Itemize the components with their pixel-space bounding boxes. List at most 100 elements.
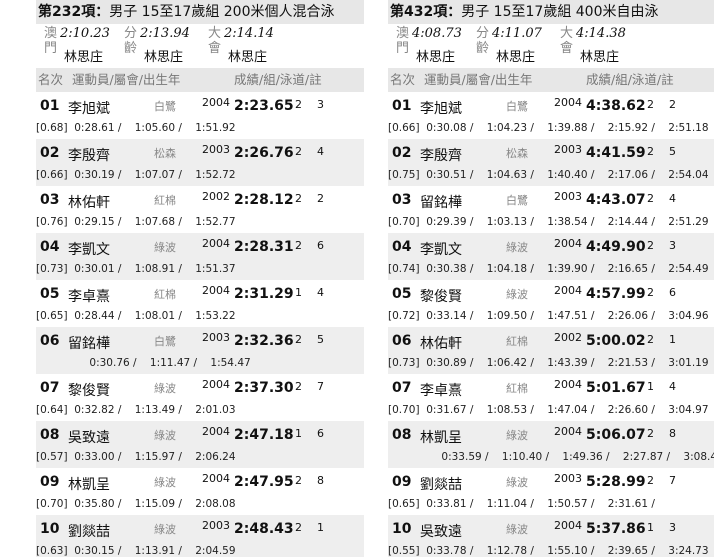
result-time: 2:23.65 <box>234 98 294 114</box>
heat-group: 2 <box>295 239 302 252</box>
athlete-name: 李殷齊 <box>68 148 110 164</box>
birth-year: 2004 <box>202 237 230 250</box>
record-time: 2:13.94 <box>140 26 190 41</box>
records-block: 澳門 2:10.23 林思庄 分齡 2:13.94 林思庄 大會 2:14.14 林思庄 <box>36 24 364 68</box>
record-holder: 林思庄 <box>64 50 104 65</box>
result-row: 04 李凱文 綠波 2004 4:49.90 2 3 [0.74] 0:30.38 / 1:0… <box>388 233 714 280</box>
club: 白鷺 <box>154 100 176 113</box>
club: 綠波 <box>154 241 176 254</box>
birth-year: 2004 <box>554 237 582 250</box>
athlete-name: 林凱呈 <box>68 477 110 493</box>
athlete-name: 吳致遠 <box>420 524 462 540</box>
split-times: [0.68] 0:28.61 / 1:05.60 / 1:51.92 <box>36 122 236 134</box>
lane: 6 <box>669 286 676 299</box>
column-header: 名次 運動員/屬會/出生年 成績/組/泳道/註 <box>388 68 714 92</box>
record-2: 大會 4:14.38 林思庄 <box>560 26 650 66</box>
split-times: [0.76] 0:29.15 / 1:07.68 / 1:52.77 <box>36 216 236 228</box>
place: 05 <box>40 286 60 302</box>
birth-year: 2003 <box>202 143 230 156</box>
place: 03 <box>40 192 60 208</box>
lane: 3 <box>669 239 676 252</box>
split-times: [0.66] 0:30.08 / 1:04.23 / 1:39.88 / 2:1… <box>388 122 709 134</box>
birth-year: 2003 <box>554 143 582 156</box>
result-row: 02 李殷齊 松森 2003 4:41.59 2 5 [0.75] 0:30.51 / 1:0… <box>388 139 714 186</box>
heat-group: 1 <box>295 286 302 299</box>
place: 01 <box>40 98 60 114</box>
birth-year: 2002 <box>202 190 230 203</box>
athlete-name: 留銘樺 <box>68 336 110 352</box>
header-result: 成績/組/泳道/註 <box>586 72 674 87</box>
athlete-name: 李卓熹 <box>420 383 462 399</box>
record-holder: 林思庄 <box>580 50 620 65</box>
result-time: 5:28.99 <box>586 474 646 490</box>
club: 綠波 <box>506 476 528 489</box>
event-title: 第232項：男子 15至17歲組 200米個人混合泳 <box>36 0 364 24</box>
place: 07 <box>392 380 412 396</box>
lane: 7 <box>317 380 324 393</box>
lane: 6 <box>317 427 324 440</box>
result-row: 01 李旭斌 白鷺 2004 4:38.62 2 2 [0.66] 0:30.08 / 1:0… <box>388 92 714 139</box>
lane: 1 <box>669 333 676 346</box>
place: 01 <box>392 98 412 114</box>
birth-year: 2004 <box>554 519 582 532</box>
athlete-name: 李旭斌 <box>68 101 110 117</box>
record-1: 分齡 4:11.07 林思庄 <box>476 26 566 66</box>
result-time: 2:32.36 <box>234 333 294 349</box>
club: 綠波 <box>154 382 176 395</box>
column-header: 名次 運動員/屬會/出生年 成績/組/泳道/註 <box>36 68 364 92</box>
result-time: 2:47.95 <box>234 474 294 490</box>
birth-year: 2004 <box>554 284 582 297</box>
result-row: 03 留銘樺 白鷺 2003 4:43.07 2 4 [0.70] 0:29.39 / 1:0… <box>388 186 714 233</box>
birth-year: 2003 <box>202 331 230 344</box>
birth-year: 2004 <box>554 96 582 109</box>
club: 紅棉 <box>506 382 528 395</box>
place: 02 <box>392 145 412 161</box>
record-0: 澳門 2:10.23 林思庄 <box>44 26 134 66</box>
birth-year: 2003 <box>554 190 582 203</box>
heat-group: 2 <box>295 192 302 205</box>
event-name: 男子 15至17歲組 200米個人混合泳 <box>109 4 335 20</box>
result-time: 2:48.43 <box>234 521 294 537</box>
birth-year: 2004 <box>202 96 230 109</box>
result-time: 2:37.30 <box>234 380 294 396</box>
result-row: 02 李殷齊 松森 2003 2:26.76 2 4 [0.66] 0:30.19 / 1:0… <box>36 139 364 186</box>
place: 02 <box>40 145 60 161</box>
lane: 8 <box>669 427 676 440</box>
heat-group: 2 <box>647 333 654 346</box>
heat-group: 2 <box>295 474 302 487</box>
result-time: 4:41.59 <box>586 145 646 161</box>
club: 白鷺 <box>506 194 528 207</box>
club: 紅棉 <box>154 194 176 207</box>
record-holder: 林思庄 <box>416 50 456 65</box>
athlete-name: 李凱文 <box>420 242 462 258</box>
split-times: [0.73] 0:30.01 / 1:08.91 / 1:51.37 <box>36 263 236 275</box>
birth-year: 2003 <box>202 519 230 532</box>
place: 08 <box>40 427 60 443</box>
place: 04 <box>392 239 412 255</box>
result-time: 5:06.07 <box>586 427 646 443</box>
split-times: [0.63] 0:30.15 / 1:13.91 / 2:04.59 <box>36 545 236 557</box>
heat-group: 2 <box>647 427 654 440</box>
place: 07 <box>40 380 60 396</box>
heat-group: 1 <box>647 521 654 534</box>
record-2: 大會 2:14.14 林思庄 <box>208 26 298 66</box>
header-athlete: 運動員/屬會/出生年 <box>424 72 533 87</box>
heat-group: 2 <box>647 145 654 158</box>
club: 白鷺 <box>506 100 528 113</box>
record-holder: 林思庄 <box>496 50 536 65</box>
place: 06 <box>392 333 412 349</box>
result-row: 04 李凱文 綠波 2004 2:28.31 2 6 [0.73] 0:30.01 / 1:0… <box>36 233 364 280</box>
split-times: [0.70] 0:29.39 / 1:03.13 / 1:38.54 / 2:1… <box>388 216 709 228</box>
heat-group: 2 <box>295 333 302 346</box>
split-times: [0.72] 0:33.14 / 1:09.50 / 1:47.51 / 2:2… <box>388 310 709 322</box>
lane: 2 <box>669 98 676 111</box>
result-time: 2:28.31 <box>234 239 294 255</box>
split-times: [0.64] 0:32.82 / 1:13.49 / 2:01.03 <box>36 404 236 416</box>
result-row: 08 吳致遠 綠波 2004 2:47.18 1 6 [0.57] 0:33.00 / 1:1… <box>36 421 364 468</box>
lane: 5 <box>317 333 324 346</box>
split-times: [0.65] 0:28.44 / 1:08.01 / 1:53.22 <box>36 310 236 322</box>
split-times: [0.70] 0:31.67 / 1:08.53 / 1:47.04 / 2:2… <box>388 404 709 416</box>
result-row: 08 林凱呈 綠波 2004 5:06.07 2 8 0:33.59 / 1:10.40 /… <box>388 421 714 468</box>
lane: 2 <box>317 192 324 205</box>
club: 松森 <box>506 147 528 160</box>
